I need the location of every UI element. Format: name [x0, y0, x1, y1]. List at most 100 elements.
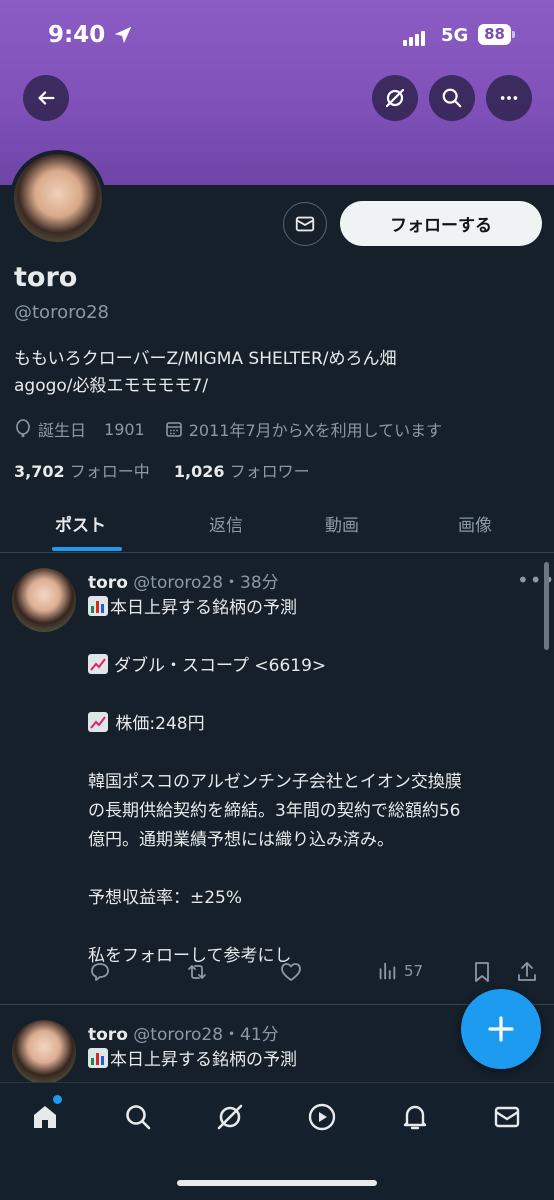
- post-text: 株価:248円: [110, 714, 205, 734]
- post-line: [88, 739, 538, 768]
- post-text: ダブル・スコープ <6619>: [114, 656, 327, 676]
- post-line: 韓国ポスコのアルゼンチン子会社とイオン交換膜: [88, 772, 462, 792]
- tab-videos[interactable]: 動画: [325, 511, 359, 536]
- search-icon: [126, 1105, 151, 1130]
- post-text: 本日上昇する銘柄の予測: [110, 598, 297, 618]
- nav-video[interactable]: [304, 1099, 340, 1135]
- chart-increasing-icon: [88, 654, 108, 674]
- battery-tip: [512, 31, 515, 38]
- birthday-label: 誕生日: [38, 421, 87, 440]
- profile-bio: ももいろクローバーZ/MIGMA SHELTER/めろん畑 agogo/必殺エモ…: [14, 346, 534, 400]
- home-indicator: [177, 1180, 377, 1186]
- back-button[interactable]: [23, 75, 69, 121]
- post-meta: @tororo28・41分: [133, 1025, 279, 1045]
- location-arrow-icon: [114, 26, 132, 44]
- heart-icon: [281, 963, 301, 981]
- post-header: toro @tororo28・38分: [88, 568, 279, 593]
- following-label: フォロー中: [69, 462, 150, 481]
- profile-handle: @tororo28: [14, 302, 110, 323]
- status-time: 9:40: [48, 22, 106, 48]
- nav-grok[interactable]: [212, 1099, 248, 1135]
- post-text: 本日上昇する銘柄の予測: [110, 1050, 297, 1070]
- bio-line: agogo/必殺エモモモモ7/: [14, 376, 209, 396]
- search-button[interactable]: [429, 75, 475, 121]
- repost-icon: [188, 965, 206, 979]
- post-line: ダブル・スコープ <6619>: [88, 652, 538, 681]
- repost-button[interactable]: [185, 960, 209, 984]
- post-line: の長期供給契約を締結。3年間の契約で総額約56: [88, 801, 461, 821]
- post-meta: @tororo28・38分: [133, 573, 279, 593]
- back-arrow-icon: [38, 91, 55, 105]
- post-line: [88, 855, 538, 884]
- message-button[interactable]: [283, 202, 327, 246]
- tab-posts[interactable]: ポスト: [55, 511, 106, 536]
- status-bar: 9:40 5G 88: [0, 0, 554, 72]
- followers-count: 1,026: [173, 462, 225, 481]
- views-icon: [379, 962, 396, 980]
- post-avatar[interactable]: [12, 1020, 76, 1084]
- bar-chart-icon: [88, 596, 108, 616]
- followers-label: フォロワー: [229, 462, 310, 481]
- battery-icon: 88: [478, 24, 511, 45]
- profile-tabs: ポスト 返信 動画 画像: [0, 495, 554, 553]
- more-icon: [500, 96, 518, 100]
- profile-name: toro: [14, 262, 78, 293]
- bookmark-button[interactable]: [471, 960, 493, 984]
- post-author[interactable]: toro: [88, 573, 128, 593]
- following-count: 3,702: [14, 462, 65, 481]
- reply-icon: [91, 963, 109, 981]
- grok-button[interactable]: [372, 75, 418, 121]
- nav-search[interactable]: [120, 1099, 156, 1135]
- chart-increasing-icon: [88, 712, 108, 732]
- follow-button[interactable]: フォローする: [340, 201, 542, 246]
- post-line: [88, 681, 538, 710]
- nav-notifications[interactable]: [397, 1099, 433, 1135]
- calendar-icon: [165, 422, 182, 437]
- view-count: 57: [404, 962, 424, 980]
- notification-dot: [53, 1095, 62, 1104]
- followers-link[interactable]: 1,026 フォロワー: [174, 462, 310, 481]
- post-line: 予想収益率：±25%: [88, 888, 243, 908]
- post-avatar[interactable]: [12, 568, 76, 632]
- plus-icon: [488, 1016, 514, 1042]
- home-icon: [34, 1106, 56, 1128]
- search-icon: [442, 88, 462, 108]
- like-button[interactable]: [279, 960, 303, 984]
- bell-icon: [403, 1105, 427, 1130]
- birthday-value: 1901: [104, 419, 145, 439]
- post-actions: 57: [88, 960, 548, 988]
- profile-meta: 誕生日 1901 2011年7月からXを利用しています: [14, 417, 442, 441]
- post-header: toro @tororo28・41分: [88, 1020, 279, 1045]
- signal-icon: [403, 27, 427, 46]
- bookmark-icon: [475, 962, 489, 982]
- mail-icon: [494, 1106, 520, 1128]
- bar-chart-icon: [88, 1048, 108, 1068]
- more-button[interactable]: [486, 75, 532, 121]
- post-line: 株価:248円: [88, 710, 538, 739]
- active-tab-indicator: [52, 547, 122, 551]
- post-line: [88, 623, 538, 652]
- balloon-icon: [16, 419, 30, 438]
- post-line: [88, 913, 538, 942]
- share-icon: [518, 962, 536, 981]
- post-body[interactable]: 本日上昇する銘柄の予測 ダブル・スコープ <6619> 株価:248円 韓国ポス…: [88, 594, 538, 971]
- tab-replies[interactable]: 返信: [209, 511, 243, 536]
- scrollbar[interactable]: [544, 562, 549, 650]
- follow-stats: 3,702 フォロー中 1,026 フォロワー: [14, 458, 310, 482]
- reply-button[interactable]: [88, 960, 112, 984]
- joined-date: 2011年7月からXを利用しています: [188, 421, 443, 440]
- network-label: 5G: [441, 25, 469, 46]
- views-button[interactable]: 57: [376, 960, 423, 982]
- share-button[interactable]: [516, 960, 538, 984]
- mail-icon: [295, 216, 315, 232]
- grok-icon: [217, 1104, 243, 1130]
- profile-avatar[interactable]: [10, 150, 106, 246]
- bio-line: ももいろクローバーZ/MIGMA SHELTER/めろん畑: [14, 349, 397, 369]
- following-link[interactable]: 3,702 フォロー中: [14, 462, 150, 481]
- post-author[interactable]: toro: [88, 1025, 128, 1045]
- nav-home[interactable]: [27, 1099, 63, 1135]
- grok-icon: [385, 88, 405, 108]
- tab-images[interactable]: 画像: [458, 511, 492, 536]
- compose-button[interactable]: [461, 989, 541, 1069]
- nav-messages[interactable]: [489, 1099, 525, 1135]
